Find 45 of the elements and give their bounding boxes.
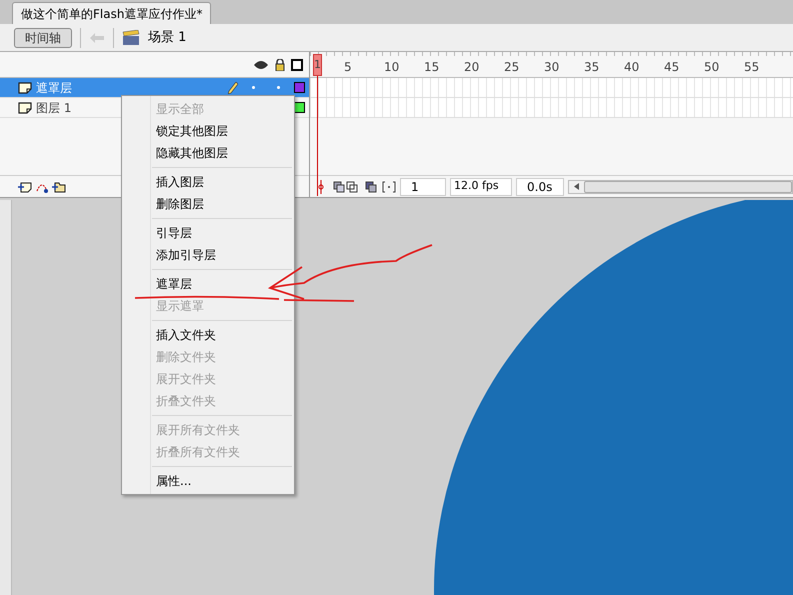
current-frame-field: 1 (400, 178, 446, 196)
frame-number: 30 (544, 59, 560, 76)
frame-number: 45 (664, 59, 680, 76)
outline-square-icon[interactable] (291, 58, 303, 70)
layer-name: 遮罩层 (36, 80, 72, 96)
menu-item[interactable]: 引导层 (122, 222, 294, 244)
scroll-left-icon[interactable] (574, 183, 579, 190)
add-layer-icon[interactable] (18, 180, 32, 192)
frame-number: 25 (504, 59, 520, 76)
clapperboard-icon (122, 30, 140, 46)
edit-multiple-frames-icon[interactable] (364, 180, 378, 194)
menu-item[interactable]: 属性... (122, 470, 294, 492)
timeline-button[interactable]: 时间轴 (14, 28, 72, 48)
frame-rate-field: 12.0 fps (450, 178, 512, 196)
add-folder-icon[interactable] (52, 180, 66, 192)
scene-label[interactable]: 场景 1 (148, 28, 186, 48)
onion-markers-icon[interactable] (382, 180, 396, 194)
layer-name: 图层 1 (36, 100, 72, 116)
layer-color-swatch[interactable] (294, 82, 305, 93)
frame-number: 5 (344, 59, 352, 76)
layer-icon (18, 82, 32, 94)
menu-item[interactable]: 添加引导层 (122, 244, 294, 266)
menu-item[interactable]: 插入文件夹 (122, 324, 294, 346)
frame-number: 40 (624, 59, 640, 76)
menu-item[interactable]: 删除图层 (122, 193, 294, 215)
frame-number: 20 (464, 59, 480, 76)
layer-color-swatch[interactable] (294, 102, 305, 113)
lock-icon[interactable] (275, 58, 285, 70)
menu-item[interactable]: 锁定其他图层 (122, 120, 294, 142)
layer-icon (18, 102, 32, 114)
frame-number: 10 (384, 59, 400, 76)
menu-item[interactable]: 隐藏其他图层 (122, 142, 294, 164)
document-tab[interactable]: 做这个简单的Flash遮罩应付作业* (12, 2, 212, 24)
frame-number: 35 (584, 59, 600, 76)
frame-number: 50 (704, 59, 720, 76)
horizontal-scrollbar[interactable] (568, 180, 793, 194)
onion-skin-icon[interactable] (332, 180, 360, 194)
eye-icon[interactable] (253, 60, 269, 70)
playhead[interactable]: 1 (313, 54, 322, 76)
elapsed-time-field: 0.0s (516, 178, 564, 196)
menu-item[interactable]: 插入图层 (122, 171, 294, 193)
frame-number: 55 (744, 59, 760, 76)
menu-item[interactable]: 遮罩层 (122, 273, 294, 295)
frame-number: 15 (424, 59, 440, 76)
pencil-icon (228, 82, 238, 94)
